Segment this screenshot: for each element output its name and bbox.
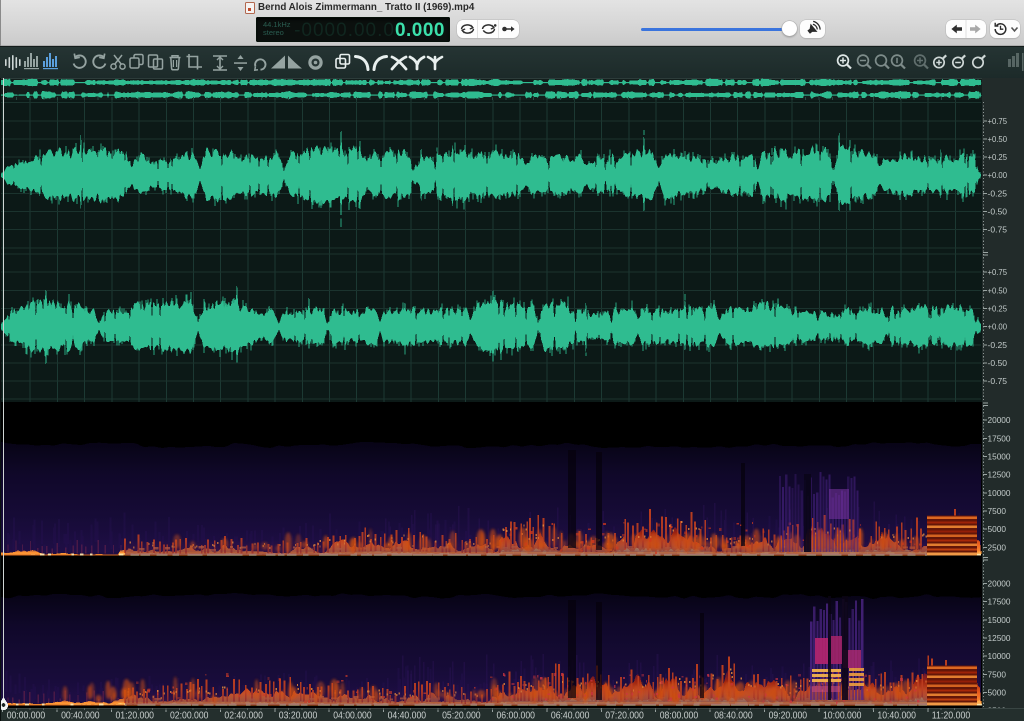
svg-text:10000: 10000 [988,651,1011,661]
svg-text:17500: 17500 [988,597,1011,607]
svg-text:00:40.000: 00:40.000 [61,711,100,721]
svg-text:5000: 5000 [988,688,1007,698]
svg-text:09:20.000: 09:20.000 [769,711,808,721]
svg-text:+0.00: +0.00 [988,170,1008,180]
svg-text:12500: 12500 [988,633,1011,643]
svg-text:02:40.000: 02:40.000 [224,711,263,721]
svg-text:20000: 20000 [988,578,1011,588]
svg-text:20000: 20000 [988,415,1011,425]
svg-text:07:20.000: 07:20.000 [605,711,644,721]
svg-text:-0.75: -0.75 [988,225,1008,235]
svg-text:02:00.000: 02:00.000 [170,711,209,721]
svg-text:+0.75: +0.75 [988,267,1008,277]
svg-text:-0.50: -0.50 [988,358,1008,368]
svg-text:+0.75: +0.75 [988,116,1008,126]
svg-text:-0.25: -0.25 [988,188,1008,198]
svg-text:2500: 2500 [988,542,1007,552]
svg-text:08:40.000: 08:40.000 [714,711,753,721]
svg-text:01:20.000: 01:20.000 [116,711,155,721]
svg-text:+0.50: +0.50 [988,134,1008,144]
svg-text:10000: 10000 [988,488,1011,498]
svg-text:03:20.000: 03:20.000 [279,711,318,721]
svg-text:+0.50: +0.50 [988,285,1008,295]
svg-text:06:00.000: 06:00.000 [497,711,536,721]
svg-text:+0.00: +0.00 [988,322,1008,332]
svg-text:04:40.000: 04:40.000 [388,711,427,721]
svg-text:-0.50: -0.50 [988,207,1008,217]
svg-text:-0.75: -0.75 [988,376,1008,386]
svg-text:04:00.000: 04:00.000 [333,711,372,721]
svg-text:17500: 17500 [988,433,1011,443]
svg-text:+0.25: +0.25 [988,303,1008,313]
svg-text:15000: 15000 [988,615,1011,625]
svg-text:7500: 7500 [988,506,1007,516]
svg-text:10:00.000: 10:00.000 [823,711,862,721]
svg-text:7500: 7500 [988,669,1007,679]
svg-text:10:40.000: 10:40.000 [877,711,916,721]
svg-text:08:00.000: 08:00.000 [660,711,699,721]
svg-text:15000: 15000 [988,452,1011,462]
svg-text:11:20.000: 11:20.000 [932,711,971,721]
svg-text:5000: 5000 [988,524,1007,534]
svg-text:-0.25: -0.25 [988,340,1008,350]
svg-text:00:00.000: 00:00.000 [7,711,46,721]
svg-text:06:40.000: 06:40.000 [551,711,590,721]
svg-text:05:20.000: 05:20.000 [442,711,481,721]
svg-text:12500: 12500 [988,470,1011,480]
svg-text:+0.25: +0.25 [988,152,1008,162]
